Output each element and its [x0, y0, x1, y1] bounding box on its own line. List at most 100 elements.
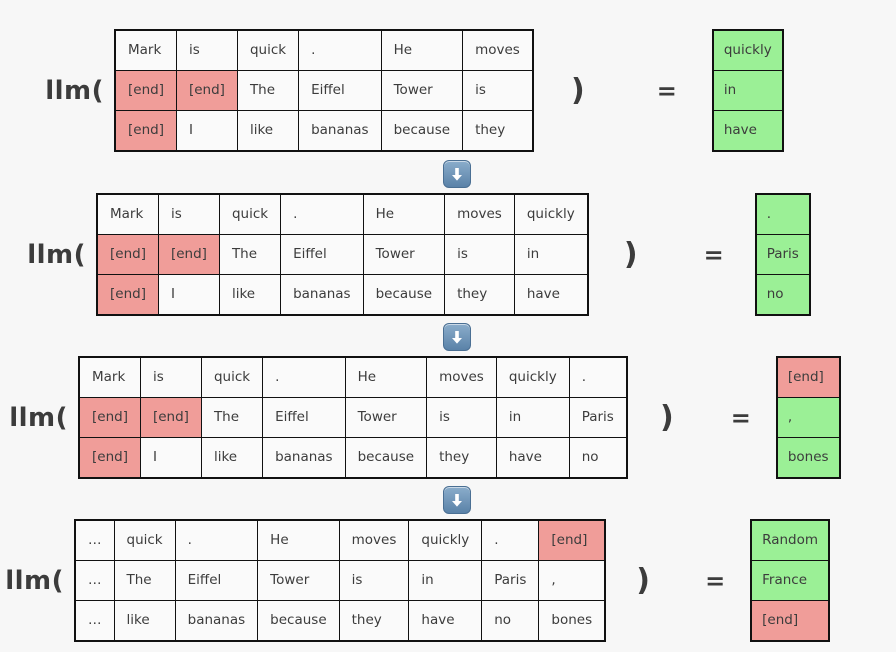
diagram-canvas: llm(Mark is quick. He moves [end] [end] The Eiff… [0, 0, 896, 652]
token-cell: because [362, 274, 446, 316]
token-cell: is [444, 234, 515, 275]
token-cell: . [298, 29, 382, 71]
token-cell: quickly [513, 193, 589, 235]
token-cell: Eiffel [280, 234, 364, 275]
token-cell: moves [338, 519, 410, 561]
output-column-wrapper: . Paris no [754, 193, 811, 316]
token-cell: He [344, 356, 428, 398]
output-row: [end] [776, 356, 841, 398]
output-row: [end] [750, 600, 830, 642]
token-cell: Tower [380, 70, 464, 111]
output-row: quickly [712, 29, 784, 71]
token-cell: they [338, 600, 410, 642]
token-cell: in [513, 234, 589, 275]
arrow-down-icon [443, 486, 471, 514]
output-column: [end], bones [775, 356, 841, 479]
token-cell: quick [236, 29, 300, 71]
token-cell: in [408, 560, 483, 601]
token-cell: He [380, 29, 464, 71]
close-paren: ) [636, 563, 650, 598]
token-cell: The [218, 234, 282, 275]
token-cell: quick [113, 519, 176, 561]
token-cell: Mark [78, 356, 141, 398]
llm-step-4: llm(… quick. He moves quickly. [end]… The Eiffe… [0, 519, 896, 642]
output-token-cell: Random [750, 519, 830, 561]
token-cell: bananas [298, 110, 382, 152]
token-cell: in [495, 397, 570, 438]
token-cell: bananas [174, 600, 259, 642]
token-cell: . [481, 519, 540, 561]
end-token-cell: [end] [538, 519, 606, 561]
token-row: [end] Ilike bananas because they [114, 110, 534, 152]
token-cell: Mark [114, 29, 177, 71]
token-cell: Paris [568, 397, 628, 438]
token-row: … like bananas because they have no bones [74, 600, 606, 642]
llm-open-label: llm( [45, 75, 104, 106]
output-token-cell: have [712, 110, 784, 152]
token-cell: bananas [262, 437, 346, 479]
token-cell: have [513, 274, 589, 316]
end-token-cell: [end] [96, 234, 159, 275]
token-cell: … [74, 600, 115, 642]
output-row: , [776, 397, 841, 438]
clipped-next-step-hint [152, 648, 852, 652]
arrow-down-icon [443, 323, 471, 351]
close-paren: ) [659, 400, 674, 435]
token-grid: Mark is quick. He moves [end] [end] The Eiffel To… [114, 29, 534, 152]
token-row: [end] Ilike bananas because they have no [78, 437, 628, 479]
token-row: [end] Ilike bananas because they have [96, 274, 589, 316]
token-cell: The [236, 70, 300, 111]
token-cell: is [157, 193, 220, 235]
token-cell: Eiffel [298, 70, 382, 111]
output-column-wrapper: quickly in have [711, 29, 784, 152]
output-end-token-cell: [end] [750, 600, 830, 642]
arrow-down-icon [443, 160, 471, 188]
token-cell: I [139, 437, 202, 479]
token-cell: because [380, 110, 464, 152]
token-cell: no [481, 600, 540, 642]
token-row: Mark is quick. He moves quickly [96, 193, 589, 235]
token-cell: no [568, 437, 628, 479]
token-cell: Eiffel [174, 560, 259, 601]
token-cell: quick [200, 356, 264, 398]
token-cell: they [462, 110, 534, 152]
token-grid-wrapper: Mark is quick. He moves quickly. [end] [end] The… [78, 356, 628, 479]
token-cell: is [462, 70, 534, 111]
token-cell: quick [218, 193, 282, 235]
token-cell: is [175, 29, 238, 71]
llm-open-label: llm( [5, 565, 64, 596]
token-row: … quick. He moves quickly. [end] [74, 519, 606, 561]
output-token-cell: , [776, 397, 841, 438]
end-token-cell: [end] [139, 397, 202, 438]
output-column-wrapper: [end], bones [775, 356, 841, 479]
output-row: in [712, 70, 784, 111]
token-cell: have [495, 437, 570, 479]
token-cell: they [444, 274, 515, 316]
token-cell: quickly [495, 356, 570, 398]
token-cell: . [174, 519, 259, 561]
equals-sign: = [703, 240, 724, 269]
output-token-cell: Paris [755, 234, 811, 275]
output-row: Paris [755, 234, 811, 275]
token-row: [end] [end] The Eiffel Tower is [114, 70, 534, 111]
token-grid: Mark is quick. He moves quickly. [end] [end] The… [78, 356, 628, 479]
token-cell: moves [444, 193, 515, 235]
token-cell: I [175, 110, 238, 152]
equals-sign: = [705, 566, 726, 595]
llm-step-2: llm(Mark is quick. He moves quickly [end] [end]… [0, 193, 896, 316]
output-row: no [755, 274, 811, 316]
output-column-wrapper: Random France [end] [750, 519, 831, 642]
token-cell: is [426, 397, 497, 438]
token-cell: bones [538, 600, 606, 642]
llm-open-label: llm( [27, 239, 86, 270]
llm-step-3: llm(Mark is quick. He moves quickly. [end] [end… [0, 356, 896, 479]
token-cell: Eiffel [262, 397, 346, 438]
token-grid: … quick. He moves quickly. [end]… The Eiffel Tow… [74, 519, 607, 642]
token-cell: . [262, 356, 346, 398]
token-row: … The Eiffel Tower is in Paris, [74, 560, 606, 601]
close-paren: ) [570, 73, 585, 108]
close-paren: ) [623, 237, 638, 272]
token-cell: The [113, 560, 176, 601]
token-cell: I [157, 274, 220, 316]
token-cell: bananas [280, 274, 364, 316]
